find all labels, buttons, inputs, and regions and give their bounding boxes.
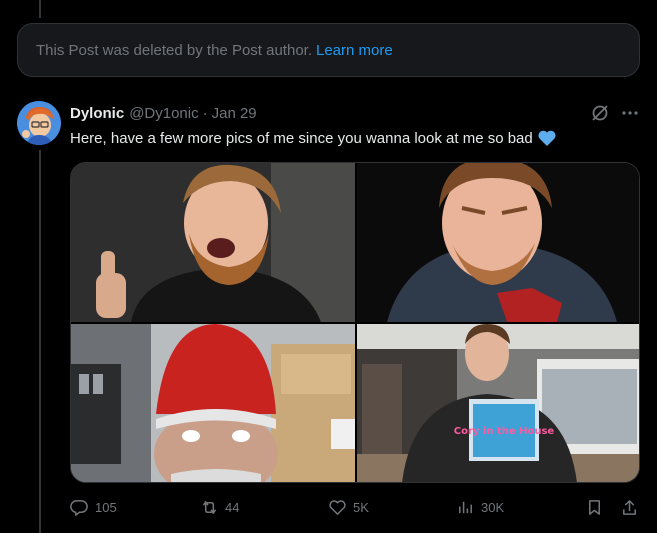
repost-button[interactable]: 44 bbox=[200, 498, 239, 517]
action-bar: 105 44 5K 30K bbox=[70, 498, 640, 520]
reply-icon bbox=[70, 500, 88, 516]
heart-icon bbox=[329, 500, 346, 515]
repost-icon bbox=[203, 501, 216, 514]
deleted-post-notice: This Post was deleted by the Post author… bbox=[17, 23, 640, 77]
views-icon bbox=[459, 501, 472, 514]
share-icon bbox=[623, 500, 636, 515]
post-text: Here, have a few more pics of me since y… bbox=[70, 128, 557, 148]
like-button[interactable]: 5K bbox=[328, 498, 369, 517]
thread-line-main bbox=[39, 150, 41, 533]
reply-count: 105 bbox=[95, 500, 117, 515]
photo-thumbs-up[interactable] bbox=[71, 163, 355, 322]
photo-red-shirt[interactable] bbox=[357, 163, 639, 322]
post-body: Here, have a few more pics of me since y… bbox=[70, 129, 533, 147]
views-button[interactable]: 30K bbox=[456, 498, 504, 517]
blue-heart-icon bbox=[537, 128, 557, 148]
deleted-notice-text: This Post was deleted by the Post author… bbox=[36, 41, 312, 59]
photo-gnome-hat[interactable] bbox=[71, 324, 355, 482]
separator-dot: · bbox=[202, 104, 208, 122]
view-count: 30K bbox=[481, 500, 505, 515]
bookmark-icon bbox=[588, 500, 601, 515]
display-name[interactable]: Dylonic bbox=[70, 105, 124, 122]
learn-more-link[interactable]: Learn more bbox=[316, 42, 393, 59]
avatar[interactable] bbox=[17, 101, 61, 145]
more-options-icon[interactable] bbox=[620, 103, 640, 123]
media-grid: Cory in the House bbox=[70, 162, 640, 483]
grok-icon[interactable] bbox=[590, 103, 610, 123]
like-count: 5K bbox=[353, 500, 369, 515]
game-box-label: Cory in the House bbox=[454, 426, 555, 437]
reply-button[interactable]: 105 bbox=[70, 498, 117, 517]
thread-line-top bbox=[39, 0, 41, 18]
photo-game-store[interactable]: Cory in the House bbox=[357, 324, 639, 482]
avatar-image bbox=[17, 101, 61, 145]
post-header: Dylonic @Dy1onic · Jan 29 bbox=[70, 103, 257, 123]
repost-count: 44 bbox=[225, 500, 240, 515]
post-time[interactable]: Jan 29 bbox=[212, 105, 257, 122]
bookmark-button[interactable] bbox=[585, 498, 604, 517]
user-handle[interactable]: @Dy1onic bbox=[129, 105, 198, 122]
share-button[interactable] bbox=[620, 498, 639, 517]
